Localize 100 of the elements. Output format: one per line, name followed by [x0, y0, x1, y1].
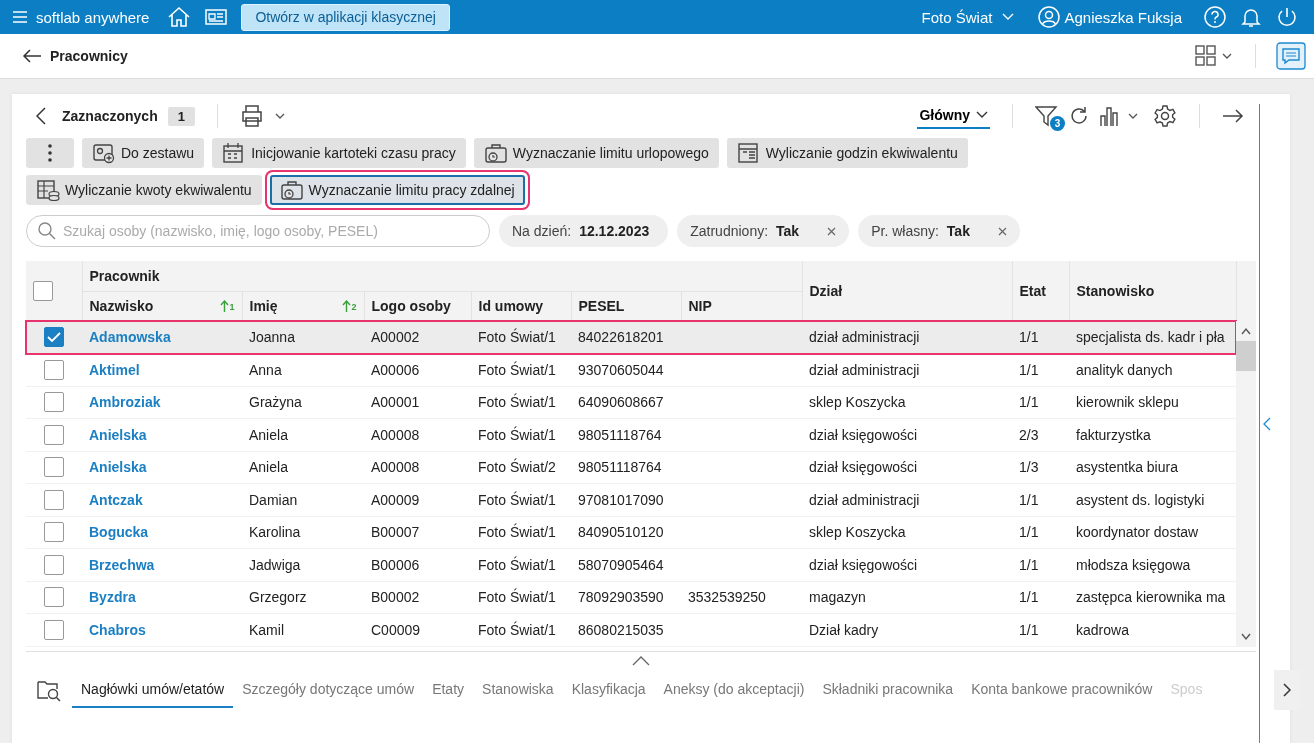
row-checkbox[interactable]	[44, 554, 64, 575]
collapse-left-icon[interactable]	[1263, 417, 1271, 431]
employee-link[interactable]: Byzdra	[89, 589, 136, 606]
tab[interactable]: Etaty	[423, 671, 474, 708]
employee-link[interactable]: Anielska	[89, 426, 147, 443]
action-button[interactable]: Inicjowanie kartoteki czasu pracy	[212, 138, 466, 168]
scroll-down-icon[interactable]	[1241, 632, 1251, 641]
tab[interactable]: Stanowiska	[473, 671, 563, 708]
filter-chip[interactable]: Na dzień: 12.12.2023	[499, 215, 669, 247]
row-checkbox[interactable]	[44, 522, 64, 543]
column-header[interactable]: Nazwisko	[89, 298, 154, 315]
table-row[interactable]: Antczak Damian A00009 Foto Świat/1 97081017090 dział administracji 1/1 asystent ds. logistyki	[26, 483, 1236, 516]
column-header[interactable]: Id umowy	[478, 298, 544, 315]
action-button[interactable]: Wyliczanie kwoty ekwiwalentu	[26, 175, 262, 205]
menu-icon[interactable]	[12, 10, 28, 24]
scrollbar-thumb[interactable]	[1236, 341, 1256, 371]
chat-icon[interactable]	[1276, 42, 1306, 70]
table-row[interactable]: Anielska Aniela A00008 Foto Świat/2 98051118764 dział księgowości 1/3 asystentka biura	[26, 451, 1236, 484]
row-checkbox[interactable]	[44, 424, 64, 445]
close-icon[interactable]	[997, 226, 1007, 236]
newspaper-icon[interactable]	[205, 8, 228, 26]
table-cell: 64090608667	[578, 394, 664, 411]
arrow-right-icon[interactable]	[1222, 108, 1244, 124]
row-checkbox[interactable]	[44, 392, 64, 413]
user-name[interactable]: Agnieszka Fuksja	[1064, 8, 1182, 26]
vertical-scrollbar[interactable]	[1236, 321, 1256, 647]
table-row[interactable]: Brzechwa Jadwiga B00006 Foto Świat/1 58070905464 dział księgowości 1/1 młodsza księgowa	[26, 548, 1236, 581]
action-button[interactable]: Wyznaczanie limitu urlopowego	[473, 138, 719, 168]
table-cell: Aniela	[249, 426, 288, 443]
row-checkbox[interactable]	[44, 587, 64, 608]
company-dropdown[interactable]: Foto Świat	[915, 7, 1021, 27]
column-group-header: Pracownik	[89, 267, 160, 284]
sort-arrow-icon[interactable]	[342, 300, 352, 313]
employee-link[interactable]: Adamowska	[89, 329, 171, 345]
back-arrow-icon[interactable]	[22, 49, 42, 63]
table-row[interactable]: Bogucka Karolina B00007 Foto Świat/1 84090510120 sklep Koszycka 1/1 koordynator dostaw	[26, 516, 1236, 549]
employee-link[interactable]: Aktimel	[89, 361, 140, 378]
filter-icon[interactable]	[1035, 105, 1059, 127]
power-icon[interactable]	[1276, 6, 1298, 28]
column-header[interactable]: NIP	[688, 298, 712, 315]
column-header[interactable]: Logo osoby	[371, 298, 451, 315]
employee-link[interactable]: Chabros	[89, 621, 146, 638]
tab[interactable]: Składniki pracownika	[813, 671, 963, 708]
table-cell: 97081017090	[578, 491, 664, 508]
action-button[interactable]: Do zestawu	[82, 138, 205, 168]
row-checkbox[interactable]	[44, 359, 64, 380]
column-header[interactable]: Dział	[809, 283, 843, 299]
more-button[interactable]	[26, 138, 74, 168]
employee-link[interactable]: Brzechwa	[89, 556, 155, 573]
employee-link[interactable]: Bogucka	[89, 524, 149, 541]
tab[interactable]: Szczegóły dotyczące umów	[233, 671, 424, 708]
home-icon[interactable]	[167, 6, 192, 28]
table-cell: młodsza księgowa	[1076, 556, 1191, 573]
table-cell: sklep Koszycka	[809, 394, 906, 411]
table-row[interactable]: Chabros Kamil C00009 Foto Świat/1 86080215035 Dział kadry 1/1 kadrowa	[26, 613, 1236, 646]
column-header[interactable]: Stanowisko	[1076, 283, 1155, 299]
action-button[interactable]: Wyliczanie godzin ekwiwalentu	[726, 138, 968, 168]
open-classic-button[interactable]: Otwórz w aplikacji klasycznej	[241, 3, 450, 31]
table-cell: Kamil	[249, 621, 284, 638]
table-cell: specjalista ds. kadr i pła	[1076, 329, 1225, 345]
filter-chip[interactable]: Pr. własny: Tak	[858, 215, 1020, 247]
table-cell: B00002	[371, 589, 420, 606]
chevron-left-icon[interactable]	[36, 107, 46, 125]
column-header[interactable]: PESEL	[578, 298, 625, 315]
row-checkbox[interactable]	[44, 619, 64, 640]
column-header[interactable]: Etat	[1019, 283, 1046, 299]
table-row[interactable]: Byzdra Grzegorz B00002 Foto Świat/1 78092903590 3532539250 magazyn 1/1 zastępca kierownika ma	[26, 581, 1236, 614]
select-all-checkbox[interactable]	[33, 281, 53, 301]
expand-up-icon[interactable]	[632, 655, 650, 666]
view-dropdown[interactable]: Główny	[917, 103, 990, 129]
search-field[interactable]: Szukaj osoby (nazwisko, imię, logo osoby, PESEL)	[26, 215, 490, 247]
tab[interactable]: Aneksy (do akceptacji)	[654, 671, 814, 708]
refresh-icon[interactable]	[1069, 106, 1089, 126]
table-row[interactable]: Adamowska Joanna A00002 Foto Świat/1 84022618201 dział administracji 1/1 specjalista ds. kadr i pła	[26, 321, 1236, 354]
table-cell: asystent ds. logistyki	[1076, 491, 1205, 508]
help-icon[interactable]	[1204, 6, 1226, 28]
filter-value: Tak	[946, 223, 970, 239]
table-row[interactable]: Anielska Aniela A00008 Foto Świat/1 98051118764 dział księgowości 2/3 fakturzystka	[26, 418, 1236, 451]
table-row[interactable]: Ambroziak Grażyna A00001 Foto Świat/1 64090608667 sklep Koszycka 1/1 kierownik sklepu	[26, 386, 1236, 419]
row-checkbox[interactable]	[44, 489, 64, 510]
bell-icon[interactable]	[1240, 6, 1262, 28]
table-row[interactable]: Aktimel Anna A00006 Foto Świat/1 93070605044 dział administracji 1/1 analityk danych	[26, 353, 1236, 386]
settings-icon[interactable]	[1153, 104, 1177, 128]
employee-link[interactable]: Ambroziak	[89, 394, 161, 411]
tab[interactable]: Klasyfikacja	[562, 671, 655, 708]
tab[interactable]: Konta bankowe pracowników	[962, 671, 1162, 708]
filter-chip[interactable]: Zatrudniony: Tak	[677, 215, 850, 247]
scroll-up-icon[interactable]	[1241, 327, 1251, 335]
row-checkbox[interactable]	[44, 327, 64, 347]
close-icon[interactable]	[827, 226, 837, 236]
employee-link[interactable]: Antczak	[89, 491, 143, 508]
sort-arrow-icon[interactable]	[220, 300, 230, 313]
table-cell: 1/1	[1019, 589, 1039, 606]
employee-link[interactable]: Anielska	[89, 459, 147, 476]
chevron-right-icon	[1283, 682, 1291, 697]
tab[interactable]: Nagłówki umów/etatów	[72, 671, 234, 708]
table-cell: Grzegorz	[249, 589, 307, 606]
user-icon[interactable]	[1038, 6, 1061, 28]
column-header[interactable]: Imię	[249, 298, 278, 315]
row-checkbox[interactable]	[44, 457, 64, 478]
